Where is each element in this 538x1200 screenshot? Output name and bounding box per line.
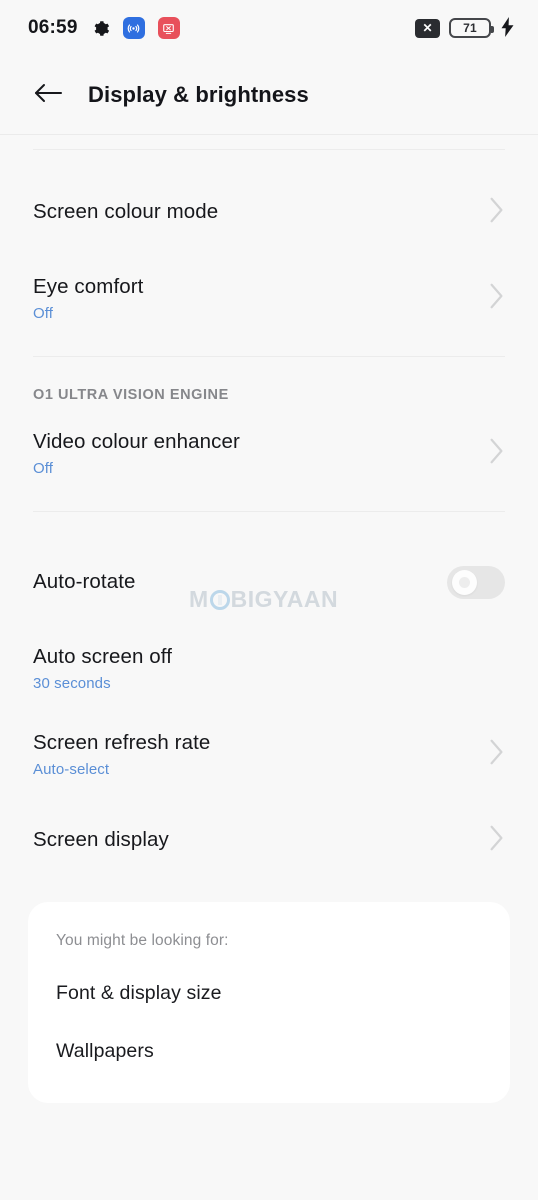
status-bar: 06:59 ✕ 71 — [0, 0, 538, 56]
row-screen-colour-mode[interactable]: Screen colour mode — [0, 176, 538, 248]
phone-screen: 06:59 ✕ 71 Display & brightness Screen c… — [0, 0, 538, 1200]
row-screen-refresh-rate[interactable]: Screen refresh rate Auto-select — [0, 718, 538, 790]
row-title: Screen display — [33, 828, 169, 852]
chevron-right-icon — [488, 196, 505, 229]
row-text: Video colour enhancer Off — [33, 429, 474, 478]
settings-list: Screen colour mode Eye comfort Off O1 UL… — [0, 135, 538, 1103]
section-header-ultra-vision-engine: O1 ULTRA VISION ENGINE — [33, 387, 229, 403]
status-clock: 06:59 — [28, 17, 78, 38]
row-subtitle: 30 seconds — [33, 675, 111, 693]
row-title: Screen colour mode — [33, 200, 219, 224]
back-arrow-icon — [33, 81, 63, 110]
status-bar-left: 06:59 — [28, 17, 180, 39]
toggle-knob — [452, 569, 477, 595]
row-text: Screen colour mode — [33, 199, 474, 225]
row-video-colour-enhancer[interactable]: Video colour enhancer Off — [0, 417, 538, 489]
back-button[interactable] — [30, 77, 66, 113]
row-subtitle: Off — [33, 460, 54, 478]
row-text: Eye comfort Off — [33, 274, 474, 323]
row-title: Eye comfort — [33, 274, 144, 298]
auto-rotate-toggle[interactable] — [447, 565, 505, 599]
row-subtitle: Auto-select — [33, 761, 110, 779]
row-auto-rotate[interactable]: Auto-rotate — [0, 546, 538, 618]
row-text: Auto screen off 30 seconds — [33, 644, 505, 693]
chevron-right-icon — [488, 738, 505, 771]
row-screen-display[interactable]: Screen display — [0, 804, 538, 876]
status-bar-right: ✕ 71 — [415, 16, 514, 40]
battery-indicator: 71 — [449, 18, 494, 38]
chevron-right-icon — [488, 824, 505, 857]
row-title: Auto-rotate — [33, 570, 136, 594]
row-eye-comfort[interactable]: Eye comfort Off — [0, 262, 538, 334]
app-bar: Display & brightness — [0, 56, 538, 135]
row-text: Auto-rotate — [33, 569, 447, 595]
suggestion-card-caption: You might be looking for: — [56, 932, 229, 949]
row-auto-screen-off[interactable]: Auto screen off 30 seconds — [0, 632, 538, 704]
row-title: Screen refresh rate — [33, 730, 211, 754]
row-title: Video colour enhancer — [33, 429, 240, 453]
page-title: Display & brightness — [88, 82, 309, 107]
row-title: Auto screen off — [33, 644, 173, 668]
suggestion-card: You might be looking for: Font & display… — [28, 902, 510, 1103]
suggestion-item-wallpapers[interactable]: Wallpapers — [28, 1040, 510, 1063]
gear-icon — [91, 19, 110, 38]
row-text: Screen refresh rate Auto-select — [33, 730, 474, 779]
x-badge-icon: ✕ — [415, 18, 440, 38]
suggestion-item-font-display-size[interactable]: Font & display size — [28, 982, 510, 1005]
battery-level: 71 — [463, 21, 477, 35]
charging-bolt-icon — [501, 16, 514, 40]
row-text: Screen display — [33, 827, 474, 853]
chevron-right-icon — [488, 437, 505, 470]
row-subtitle: Off — [33, 305, 54, 323]
screen-record-icon — [157, 17, 180, 39]
chevron-right-icon — [488, 282, 505, 315]
broadcast-icon — [122, 17, 145, 39]
